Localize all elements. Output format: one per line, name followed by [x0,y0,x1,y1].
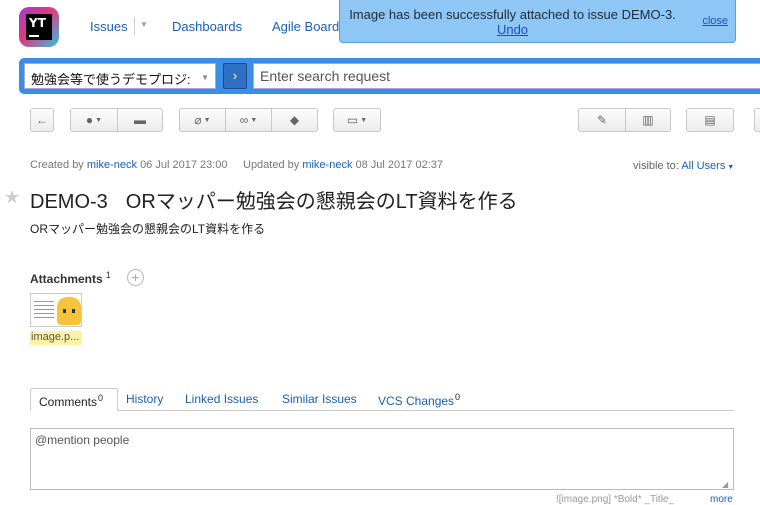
chevron-right-icon[interactable]: › [223,63,247,89]
tab-label: Linked Issues [185,392,259,406]
window-icon: ▭ [346,113,359,127]
visibility: visible to: All Users ▼ [633,160,734,172]
comment-button[interactable]: ▬ [117,108,163,132]
close-notification-link[interactable]: close [702,15,728,27]
thumbnail-text-lines [34,299,54,321]
chevron-down-icon: ▼ [203,116,211,124]
tab-comments[interactable]: Comments0 [30,388,118,411]
updated-label: Updated by [243,159,300,171]
trash-icon: ▥ [642,113,654,127]
link-icon: ∞ [239,113,249,127]
tab-label: VCS Changes [378,394,455,408]
nav-dashboards[interactable]: Dashboards [172,19,242,34]
nav-issues[interactable]: Issues [90,19,128,34]
updated-info: Updated by mike-neck 08 Jul 2017 02:37 [243,159,443,171]
attach-button[interactable]: ⌀ ▼ [179,108,226,132]
undo-link[interactable]: Undo [497,22,528,37]
tab-linked-issues[interactable]: Linked Issues [185,392,258,406]
project-select-value: 勉強会等で使うデモプロジ: [31,72,191,87]
star-icon[interactable]: ★ [4,187,20,208]
logo-mark: YT [26,14,52,40]
chevron-down-icon: ▼ [360,116,368,124]
search-bar: 勉強会等で使うデモプロジ: ▼ › [19,58,760,94]
nav-agile-boards[interactable]: Agile Boards [272,19,346,34]
notification-banner: Image has been successfully attached to … [339,0,736,43]
thumbnail-eye [63,309,66,313]
notification-text: Image has been successfully attached to … [349,7,676,22]
created-user-link[interactable]: mike-neck [87,159,137,171]
tag-button[interactable]: ◆ [271,108,318,132]
chevron-down-icon: ▼ [201,73,209,82]
chevron-down-icon: ▼ [95,116,103,124]
print-button[interactable]: ▤ [686,108,734,132]
chevron-down-icon[interactable]: ▼ [140,20,148,29]
issue-description: ORマッパー勉強会の懇親会のLT資料を作る [30,222,266,236]
visibility-select[interactable]: All Users ▼ [681,160,734,172]
logo-text: YT [29,16,46,30]
visibility-label: visible to: [633,160,679,172]
thumbnail-character [57,297,81,325]
tab-count: 0 [455,392,461,402]
tab-history[interactable]: History [126,392,163,406]
user-icon: ● [85,113,94,127]
search-input[interactable] [253,63,760,89]
more-button[interactable] [754,108,760,132]
tab-label: Similar Issues [282,392,357,406]
resize-handle-icon[interactable]: ◢ [722,480,728,489]
project-select[interactable]: 勉強会等で使うデモプロジ: ▼ [24,63,216,89]
comment-input[interactable] [30,428,734,490]
tab-vcs-changes[interactable]: VCS Changes0 [378,392,460,408]
updated-user-link[interactable]: mike-neck [302,159,352,171]
tab-similar-issues[interactable]: Similar Issues [282,392,357,406]
tag-icon: ◆ [289,113,300,127]
created-date: 06 Jul 2017 23:00 [140,159,228,171]
attachments-count: 1 [105,270,111,280]
visibility-value: All Users [681,160,726,172]
attachments-label: Attachments [30,272,103,286]
youtrack-logo[interactable]: YT [19,7,59,47]
tab-count: 0 [98,393,104,403]
paperclip-icon: ⌀ [194,113,202,127]
chevron-down-icon: ▼ [725,164,735,171]
speech-bubble-icon: ▬ [134,113,146,127]
notification-message: Image has been successfully attached to … [340,7,685,37]
attachment-thumbnail[interactable] [30,293,82,327]
tab-label: Comments [39,395,98,409]
created-label: Created by [30,159,84,171]
arrow-left-icon: ← [36,113,48,127]
edit-button[interactable]: ✎ [578,108,626,132]
printer-icon: ▤ [704,113,716,127]
delete-button[interactable]: ▥ [625,108,671,132]
back-button[interactable]: ← [30,108,54,132]
nav-separator [134,17,135,35]
issue-id: DEMO-3 [30,191,108,213]
issue-summary: ORマッパー勉強会の懇親会のLT資料を作る [125,191,518,213]
link-issue-button[interactable]: ∞ ▼ [225,108,272,132]
issue-title: DEMO-3 ORマッパー勉強会の懇親会のLT資料を作る [30,185,518,214]
created-info: Created by mike-neck 06 Jul 2017 23:00 [30,159,228,171]
plus-icon[interactable]: + [127,269,144,286]
updated-date: 08 Jul 2017 02:37 [355,159,443,171]
assign-user-button[interactable]: ● ▼ [70,108,118,132]
attachments-heading: Attachments 1 [30,270,111,286]
thumbnail-eye [72,309,75,313]
attachment-filename[interactable]: image.p... [30,331,82,345]
pencil-icon: ✎ [596,113,608,127]
tabs-divider [30,410,734,411]
chevron-down-icon: ▼ [250,116,258,124]
logo-bar [29,35,39,37]
view-button[interactable]: ▭ ▼ [333,108,381,132]
tab-label: History [126,392,164,406]
